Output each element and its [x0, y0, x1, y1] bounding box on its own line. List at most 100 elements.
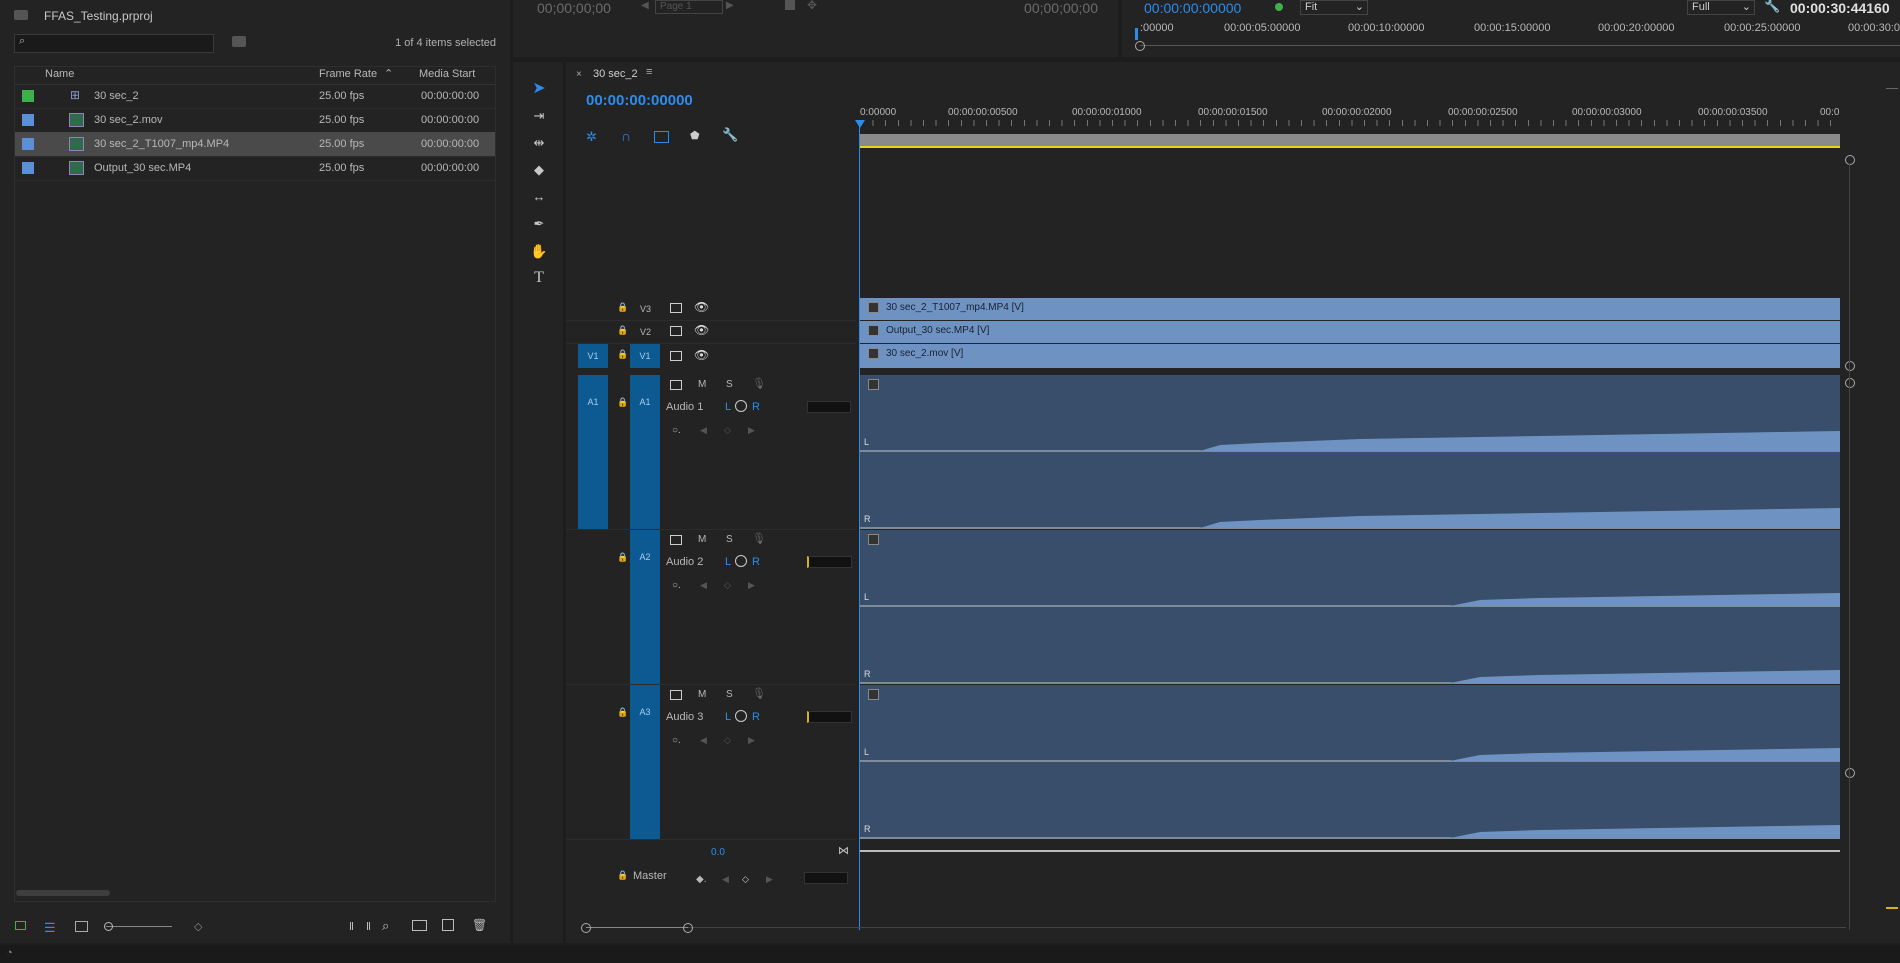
slip-tool-icon[interactable]: ↔: [529, 187, 549, 207]
insert-nest-icon[interactable]: ✲: [586, 129, 597, 145]
program-timecode[interactable]: 00;00;00;00: [537, 0, 611, 16]
audio-clip-a3[interactable]: L R: [860, 685, 1840, 839]
mute-button[interactable]: M: [698, 534, 706, 545]
keyframe-icon[interactable]: ○.: [672, 425, 681, 436]
add-marker-icon[interactable]: ⬟: [690, 129, 700, 142]
zoom-slider[interactable]: [106, 926, 172, 927]
vertical-zoom-handle[interactable]: [1845, 155, 1855, 165]
mute-button[interactable]: M: [698, 689, 706, 700]
selection-tool-icon[interactable]: ➤: [529, 79, 549, 99]
type-tool-icon[interactable]: T: [529, 268, 549, 288]
settings-wrench-icon[interactable]: 🔧: [1764, 0, 1780, 14]
razor-tool-icon[interactable]: ◆: [529, 160, 549, 180]
lock-icon[interactable]: 🔒: [617, 325, 628, 336]
lock-icon[interactable]: 🔒: [617, 302, 628, 313]
sync-lock-icon[interactable]: [670, 690, 682, 700]
horizontal-scrollbar[interactable]: [16, 890, 110, 896]
track-name[interactable]: Audio 1: [666, 401, 703, 413]
add-keyframe-icon[interactable]: ◇: [724, 735, 731, 746]
track-header-a3[interactable]: 🔒 A3 M S 🎙 Audio 3 L R ○. ◀ ◇ ▶: [566, 685, 856, 840]
eye-icon[interactable]: 👁: [694, 300, 709, 314]
next-page-icon[interactable]: ▶: [726, 0, 734, 11]
find-icon[interactable]: ⌕: [382, 918, 389, 934]
microphone-icon[interactable]: 🎙: [752, 532, 766, 545]
previous-keyframe-icon[interactable]: ◀: [700, 735, 707, 746]
previous-page-icon[interactable]: ◀: [641, 0, 649, 11]
track-label-a1[interactable]: A1: [630, 375, 660, 529]
solo-button[interactable]: S: [726, 689, 733, 700]
previous-keyframe-icon[interactable]: ◀: [722, 874, 729, 885]
lock-icon[interactable]: 🔒: [617, 397, 628, 408]
track-label-a2[interactable]: A2: [630, 530, 660, 684]
column-frame-rate[interactable]: Frame Rate: [319, 68, 377, 80]
eye-icon[interactable]: 👁: [694, 348, 709, 362]
timeline-ruler[interactable]: 0:00000 00:00:00:00500 00:00:00:01000 00…: [860, 102, 1866, 132]
new-item-icon[interactable]: [442, 919, 454, 931]
track-name[interactable]: Audio 3: [666, 711, 703, 723]
sort-ascending-icon[interactable]: ⌃: [384, 67, 393, 80]
column-media-start[interactable]: Media Start: [419, 68, 475, 80]
track-label-a3[interactable]: A3: [630, 685, 660, 839]
ripple-edit-tool-icon[interactable]: ⇹: [529, 133, 549, 153]
timeline-zoom-bar[interactable]: [586, 927, 1846, 928]
pan-knob-icon[interactable]: [735, 400, 747, 412]
microphone-icon[interactable]: 🎙: [752, 687, 766, 700]
track-header-v2[interactable]: 🔒 V2 👁: [566, 321, 856, 344]
list-item[interactable]: 30 sec_2.mov 25.00 fps 00:00:00:00: [14, 108, 496, 133]
sync-lock-icon[interactable]: [670, 303, 682, 313]
sync-lock-icon[interactable]: [670, 380, 682, 390]
close-icon[interactable]: ×: [576, 69, 582, 80]
video-clip-v1[interactable]: 30 sec_2.mov [V]: [860, 344, 1840, 368]
new-search-bin-icon[interactable]: [232, 36, 246, 47]
keyframe-icon[interactable]: ○.: [672, 735, 681, 746]
move-icon[interactable]: ✥: [807, 0, 817, 12]
timeline-zoom-range[interactable]: [586, 927, 688, 928]
list-item[interactable]: Output_30 sec.MP4 25.00 fps 00:00:00:00: [14, 156, 496, 181]
zoom-slider-handle[interactable]: [104, 922, 113, 931]
source-timecode[interactable]: 00:00:00:00000: [1144, 0, 1241, 16]
track-name[interactable]: Audio 2: [666, 556, 703, 568]
linked-selection-icon[interactable]: [654, 131, 669, 143]
sync-lock-icon[interactable]: [670, 535, 682, 545]
tab-sequence[interactable]: 30 sec_2: [593, 68, 638, 80]
trash-icon[interactable]: 🗑: [472, 918, 487, 932]
video-clip-v3[interactable]: 30 sec_2_T1007_mp4.MP4 [V]: [860, 298, 1840, 320]
lock-icon[interactable]: 🔒: [617, 552, 628, 563]
list-view-icon[interactable]: ☰: [44, 920, 56, 936]
fit-dropdown[interactable]: Fit ⌄: [1300, 0, 1368, 15]
video-clip-v2[interactable]: Output_30 sec.MP4 [V]: [860, 321, 1840, 343]
label-color[interactable]: [22, 90, 34, 102]
track-header-a1[interactable]: A1 🔒 A1 M S 🎙 Audio 1 L R ○. ◀ ◇ ▶: [566, 375, 856, 530]
keyframe-icon[interactable]: ◆.: [696, 874, 706, 885]
track-header-v1[interactable]: V1 🔒 V1 👁: [566, 344, 856, 368]
audio-clip-a2[interactable]: L R: [860, 530, 1840, 684]
zoom-handle-start[interactable]: [581, 923, 591, 933]
mute-button[interactable]: M: [698, 379, 706, 390]
next-keyframe-icon[interactable]: ▶: [748, 735, 755, 746]
lock-icon[interactable]: 🔒: [617, 870, 628, 881]
zoom-handle-end[interactable]: [683, 923, 693, 933]
track-label-v1[interactable]: V1: [630, 344, 660, 368]
vertical-zoom-handle[interactable]: [1845, 361, 1855, 371]
lock-icon[interactable]: 🔒: [617, 707, 628, 718]
sync-lock-icon[interactable]: [670, 351, 682, 361]
source-patch-a1[interactable]: A1: [578, 375, 608, 529]
playhead-icon[interactable]: [1135, 28, 1138, 40]
previous-keyframe-icon[interactable]: ◀: [700, 425, 707, 436]
previous-keyframe-icon[interactable]: ◀: [700, 580, 707, 591]
vertical-scrollbar[interactable]: [1849, 164, 1850, 930]
track-label-v3[interactable]: V3: [640, 304, 651, 314]
pan-knob-icon[interactable]: [735, 555, 747, 567]
microphone-icon[interactable]: 🎙: [752, 377, 766, 390]
hand-tool-icon[interactable]: ✋: [529, 241, 549, 261]
playhead-handle[interactable]: [855, 120, 865, 128]
pan-knob-icon[interactable]: [735, 710, 747, 722]
lock-icon[interactable]: [15, 921, 26, 930]
add-keyframe-icon[interactable]: ◇: [742, 874, 749, 885]
audio-clip-a1[interactable]: L R: [860, 375, 1840, 529]
timeline-settings-icon[interactable]: 🔧: [722, 127, 738, 143]
search-input[interactable]: ⌕: [14, 34, 214, 53]
panel-menu-icon[interactable]: ≡: [646, 66, 652, 78]
sort-icons-icon[interactable]: ◇: [194, 920, 202, 933]
playhead[interactable]: [859, 122, 860, 930]
